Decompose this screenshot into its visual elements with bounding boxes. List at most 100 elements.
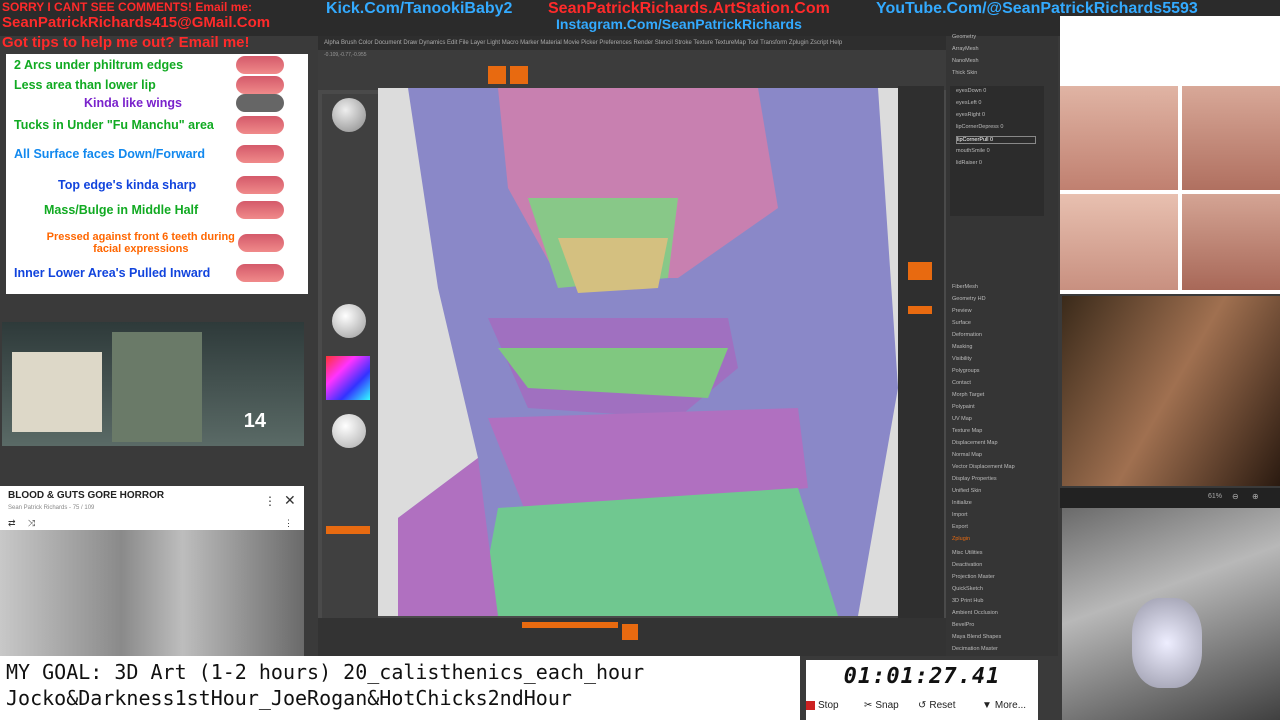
frame-button[interactable] — [622, 624, 638, 640]
note-item: Kinda like wings — [6, 92, 308, 114]
zbrush-right-shelf[interactable] — [898, 86, 944, 618]
palette-item[interactable]: Polygroups — [952, 368, 980, 374]
palette-item[interactable]: Display Properties — [952, 476, 997, 482]
more-options-icon[interactable]: ⋮ — [284, 518, 293, 529]
symmetry-button[interactable] — [522, 622, 618, 628]
tips-text: Got tips to help me out? Email me! — [2, 34, 250, 51]
reset-icon: ↺ — [918, 700, 927, 711]
note-label: 2 Arcs under philtrum edges — [14, 58, 184, 72]
palette-item[interactable]: Import — [952, 512, 968, 518]
coords-readout: -0.109,-0.77,-0.955 — [324, 52, 367, 58]
material-thumbnail[interactable] — [332, 414, 366, 448]
note-label: Mass/Bulge in Middle Half — [44, 203, 199, 217]
zoom-in-icon[interactable]: ⊕ — [1252, 492, 1259, 501]
palette-item[interactable]: Maya Blend Shapes — [952, 634, 1001, 640]
palette-item[interactable]: Decimation Master — [952, 646, 998, 652]
stop-button[interactable]: Stop — [806, 700, 839, 711]
lip-image — [236, 145, 284, 163]
zoom-out-icon[interactable]: ⊖ — [1232, 492, 1239, 501]
palette-item[interactable]: Initialize — [952, 500, 972, 506]
palette-item[interactable]: UV Map — [952, 416, 972, 422]
stopwatch-time: 01:01:27.41 — [843, 664, 1001, 689]
palette-item[interactable]: Projection Master — [952, 574, 995, 580]
zoom-level: 61% — [1208, 493, 1223, 500]
palette-item[interactable]: Masking — [952, 344, 972, 350]
palette-item[interactable]: Visibility — [952, 356, 972, 362]
palette-item[interactable]: ArrayMesh — [952, 46, 979, 52]
comments-warning: SORRY I CANT SEE COMMENTS! Email me: — [2, 0, 253, 14]
sculpt-model — [378, 88, 898, 616]
goal-line-2: Jocko&Darkness1stHour_JoeRogan&HotChicks… — [6, 686, 572, 710]
more-button[interactable]: ▼ More... — [982, 700, 1026, 711]
palette-item[interactable]: Morph Target — [952, 392, 984, 398]
3d-viewport[interactable] — [378, 88, 898, 616]
palette-item-zplugin[interactable]: Zplugin — [952, 536, 970, 542]
more-options-icon[interactable]: ⋮ — [264, 494, 276, 508]
reference-photo — [1060, 194, 1178, 290]
palette-item[interactable]: Preview — [952, 308, 972, 314]
note-label: Tucks in Under "Fu Manchu" area — [14, 118, 214, 132]
palette-item[interactable]: Surface — [952, 320, 971, 326]
palette-item[interactable]: Displacement Map — [952, 440, 998, 446]
image-viewer-toolbar[interactable]: 61% ⊖ ⊕ — [1060, 488, 1280, 508]
video-card[interactable]: BLOOD & GUTS GORE HORROR Sean Patrick Ri… — [0, 486, 304, 530]
lip-notes-panel: 2 Arcs under philtrum edges Less area th… — [6, 54, 308, 294]
palette-item[interactable]: Vector Displacement Map — [952, 464, 1015, 470]
color-picker[interactable] — [326, 356, 370, 400]
palette-item[interactable]: NanoMesh — [952, 58, 979, 64]
reference-lip-images — [1060, 16, 1280, 294]
shelf-button[interactable] — [326, 526, 370, 534]
note-item: Top edge's kinda sharp — [6, 174, 308, 196]
move-button[interactable] — [510, 66, 528, 84]
palette-item[interactable]: FiberMesh — [952, 284, 978, 290]
palette-item[interactable]: Texture Map — [952, 428, 982, 434]
persp-button[interactable] — [908, 306, 932, 314]
reset-button[interactable]: ↺ Reset — [918, 700, 956, 711]
note-item: All Surface faces Down/Forward — [6, 143, 308, 165]
zbrush-bottom-shelf[interactable] — [318, 618, 946, 656]
stop-label: Stop — [818, 700, 839, 711]
jaw-polygroup — [478, 488, 838, 616]
palette-item[interactable]: Geometry — [952, 34, 976, 40]
teeth-image — [236, 201, 284, 219]
shuffle-icon[interactable]: ⤨ — [28, 518, 35, 529]
teeth-image — [237, 234, 284, 252]
lip-image — [236, 176, 284, 194]
palette-item[interactable]: Geometry HD — [952, 296, 986, 302]
note-item: Tucks in Under "Fu Manchu" area — [6, 114, 308, 136]
instagram-link: Instagram.Com/SeanPatrickRichards — [556, 16, 802, 32]
bagged-items — [112, 332, 202, 442]
floor-button[interactable] — [908, 262, 932, 280]
palette-item[interactable]: BevelPro — [952, 622, 974, 628]
palette-item[interactable]: Export — [952, 524, 968, 530]
kick-link: Kick.Com/TanookiBaby2 — [326, 0, 513, 17]
palette-item[interactable]: Contact — [952, 380, 971, 386]
thumbnail-count: 14 — [243, 410, 266, 432]
reference-photo — [1060, 86, 1178, 190]
video-thumbnail[interactable]: 14 — [2, 322, 304, 446]
palette-item[interactable]: Normal Map — [952, 452, 982, 458]
lip-image — [236, 264, 284, 282]
reference-face-photo — [1062, 296, 1280, 486]
palette-item[interactable]: QuickSketch — [952, 586, 983, 592]
brush-thumbnail[interactable] — [332, 98, 366, 132]
palette-item[interactable]: Misc Utilities — [952, 550, 983, 556]
email-address: SeanPatrickRichards415@GMail.Com — [2, 14, 271, 31]
close-icon[interactable]: ✕ — [284, 492, 296, 509]
note-item: Inner Lower Area's Pulled Inward — [6, 262, 308, 284]
palette-item[interactable]: Unified Skin — [952, 488, 981, 494]
palette-item[interactable]: Deactivation — [952, 562, 982, 568]
streamer-webcam — [1062, 508, 1280, 720]
palette-item[interactable]: 3D Print Hub — [952, 598, 984, 604]
shelf-boxes — [12, 352, 102, 432]
texture-thumbnail[interactable] — [332, 304, 366, 338]
podcast-video — [0, 530, 304, 658]
palette-item[interactable]: Deformation — [952, 332, 982, 338]
palette-item[interactable]: Polypaint — [952, 404, 975, 410]
draw-button[interactable] — [488, 66, 506, 84]
palette-item[interactable]: Thick Skin — [952, 70, 977, 76]
palette-item[interactable]: Ambient Occlusion — [952, 610, 998, 616]
zbrush-left-shelf[interactable] — [322, 94, 378, 654]
snap-button[interactable]: ✂ Snap — [864, 700, 899, 711]
repeat-icon[interactable]: ⇄ — [8, 518, 16, 529]
